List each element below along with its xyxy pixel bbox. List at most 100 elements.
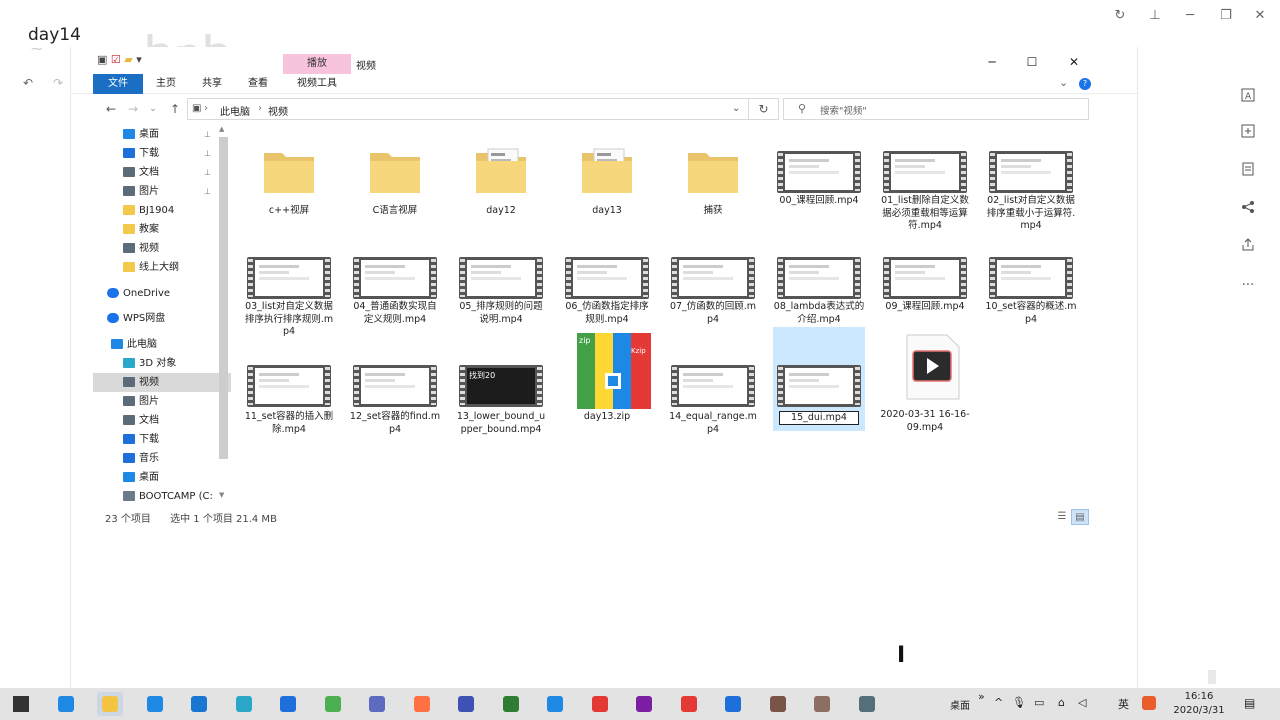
- redo-icon[interactable]: ↷: [53, 76, 63, 90]
- file-item[interactable]: 14_equal_range.mp4: [667, 333, 759, 439]
- netease-music-icon[interactable]: [676, 692, 702, 716]
- sidebar-item[interactable]: OneDrive: [93, 284, 231, 303]
- pin-icon[interactable]: ⊥: [1145, 6, 1165, 26]
- sidebar-item[interactable]: 线上大纲: [93, 258, 231, 277]
- contextual-tab-play[interactable]: 播放: [283, 54, 351, 74]
- sidebar-item[interactable]: 桌面: [93, 468, 231, 487]
- sidebar-item[interactable]: 下载 ⊥: [93, 144, 231, 163]
- folder-item[interactable]: day13: [561, 135, 653, 241]
- wechat-work-icon[interactable]: [320, 692, 346, 716]
- microphone-icon[interactable]: 🎙: [1012, 696, 1026, 709]
- minimize-icon[interactable]: ─: [1180, 6, 1200, 26]
- tray-desktop-label[interactable]: 桌面: [950, 697, 970, 712]
- refresh-icon[interactable]: ↻: [1110, 6, 1130, 26]
- notes-icon[interactable]: [1238, 162, 1258, 182]
- export-icon[interactable]: [1238, 238, 1258, 258]
- address-dropdown-icon[interactable]: ⌄: [732, 103, 740, 114]
- chevron-down-icon[interactable]: ▾: [136, 53, 142, 66]
- teamviewer-icon[interactable]: [275, 692, 301, 716]
- notification-icon[interactable]: ▤: [1244, 696, 1255, 710]
- file-item[interactable]: 10_set容器的概述.mp4: [985, 247, 1077, 353]
- scroll-up-icon[interactable]: ▲: [219, 125, 224, 133]
- sidebar-item[interactable]: BOOTCAMP (C:: [93, 487, 231, 506]
- sidebar-item[interactable]: 3D 对象: [93, 354, 231, 373]
- wps-icon[interactable]: [542, 692, 568, 716]
- tab-video-tools[interactable]: 视频工具: [289, 74, 345, 94]
- sidebar-item[interactable]: 桌面 ⊥: [93, 125, 231, 144]
- sidebar-item[interactable]: 图片 ⊥: [93, 182, 231, 201]
- clock[interactable]: 16:16 2020/3/31: [1166, 690, 1232, 718]
- recent-locations-button[interactable]: ⌄: [145, 101, 161, 117]
- folder-item[interactable]: 捕获: [667, 135, 759, 241]
- sidebar-item[interactable]: 下载: [93, 430, 231, 449]
- mail-icon[interactable]: [186, 692, 212, 716]
- file-item[interactable]: 01_list删除自定义数据必须重载相等运算符.mp4: [879, 135, 971, 241]
- tab-view[interactable]: 查看: [241, 74, 275, 94]
- window-minimize-button[interactable]: ─: [977, 53, 1007, 71]
- network-icon[interactable]: ⌂: [1058, 696, 1065, 709]
- tab-file[interactable]: 文件: [93, 74, 143, 94]
- sidebar-item[interactable]: 文档: [93, 411, 231, 430]
- sidebar-item[interactable]: 音乐: [93, 449, 231, 468]
- wechat-icon[interactable]: [498, 692, 524, 716]
- sidebar-item[interactable]: 文档 ⊥: [93, 163, 231, 182]
- new-folder-icon[interactable]: ▰: [124, 53, 132, 66]
- up-button[interactable]: ↑: [167, 101, 183, 117]
- scroll-down-icon[interactable]: ▼: [219, 491, 224, 499]
- window-close-button[interactable]: ✕: [1059, 53, 1089, 71]
- file-explorer-icon[interactable]: [97, 692, 123, 716]
- remote-icon[interactable]: [231, 692, 257, 716]
- ime-indicator[interactable]: 英: [1118, 696, 1129, 712]
- visual-studio-icon[interactable]: [631, 692, 657, 716]
- paint-icon[interactable]: [809, 692, 835, 716]
- firefox-icon[interactable]: [409, 692, 435, 716]
- terminal-icon[interactable]: [854, 692, 880, 716]
- file-item[interactable]: 2020-03-31 16-16-09.mp4: [879, 333, 971, 439]
- refresh-button[interactable]: ↻: [749, 98, 779, 120]
- folder-item[interactable]: c++视屏: [243, 135, 335, 241]
- maximize-icon[interactable]: ❐: [1216, 6, 1236, 26]
- sogou-ime-icon[interactable]: [1142, 696, 1156, 710]
- close-icon[interactable]: ✕: [1250, 6, 1270, 26]
- breadcrumb-this-pc[interactable]: 此电脑: [220, 103, 250, 118]
- back-button[interactable]: ←: [103, 101, 119, 117]
- sidebar-item[interactable]: 视频: [93, 239, 231, 258]
- feishu-icon[interactable]: [453, 692, 479, 716]
- large-icons-view-icon[interactable]: ▤: [1071, 509, 1089, 525]
- ribbon-expand-icon[interactable]: ⌄: [1059, 76, 1068, 89]
- sidebar-item[interactable]: WPS网盘: [93, 309, 231, 328]
- help-icon[interactable]: ?: [1079, 78, 1091, 90]
- properties-icon[interactable]: ▣: [97, 53, 107, 66]
- start-icon[interactable]: [8, 692, 34, 716]
- battery-icon[interactable]: ▭: [1034, 696, 1044, 709]
- address-bar[interactable]: ▣ › 此电脑 › 视频 ⌄: [187, 98, 749, 120]
- navigation-scrollbar[interactable]: ▲ ▼: [217, 125, 231, 505]
- window-maximize-button[interactable]: ☐: [1017, 53, 1047, 71]
- translate-icon[interactable]: A: [1238, 88, 1258, 108]
- tab-home[interactable]: 主页: [149, 74, 183, 94]
- undo-icon[interactable]: ↶: [23, 76, 33, 90]
- sidebar-item[interactable]: 视频: [93, 373, 231, 392]
- more-icon[interactable]: ···: [1238, 276, 1258, 296]
- file-item[interactable]: 02_list对自定义数据排序重载小于运算符.mp4: [985, 135, 1077, 241]
- rename-input[interactable]: 15_dui.mp4: [779, 411, 859, 425]
- file-item[interactable]: 找到20 13_lower_bound_upper_bound.mp4: [455, 333, 547, 439]
- store-icon[interactable]: [142, 692, 168, 716]
- file-item[interactable]: 11_set容器的插入删除.mp4: [243, 333, 335, 439]
- powerpoint-icon[interactable]: [364, 692, 390, 716]
- breadcrumb-videos[interactable]: 视频: [268, 103, 288, 118]
- folder-item[interactable]: C语言视屏: [349, 135, 441, 241]
- share-icon[interactable]: [1238, 200, 1258, 220]
- sidebar-item[interactable]: BJ1904: [93, 201, 231, 220]
- game-icon[interactable]: [765, 692, 791, 716]
- tab-share[interactable]: 共享: [195, 74, 229, 94]
- sidebar-item[interactable]: 教案: [93, 220, 231, 239]
- file-item[interactable]: 15_dui.mp4: [773, 327, 865, 431]
- details-view-icon[interactable]: ☰: [1053, 509, 1071, 525]
- dictionary-icon[interactable]: [587, 692, 613, 716]
- forward-button[interactable]: →: [125, 101, 141, 117]
- search-box[interactable]: ⚲ 搜索"视频": [783, 98, 1089, 120]
- sidebar-item[interactable]: 此电脑: [93, 335, 231, 354]
- file-item[interactable]: 12_set容器的find.mp4: [349, 333, 441, 439]
- checkmark-icon[interactable]: ☑: [111, 53, 121, 66]
